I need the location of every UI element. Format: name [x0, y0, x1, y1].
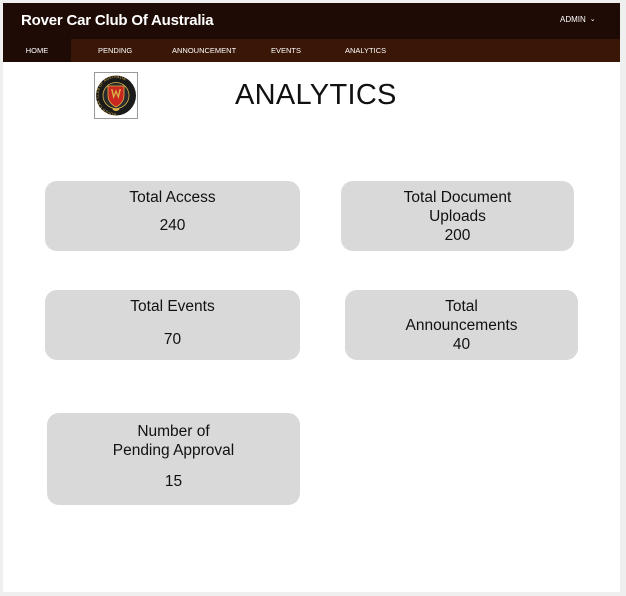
stat-card-total-access: Total Access 240 [45, 181, 300, 251]
admin-menu[interactable]: ADMIN ⌄ [560, 15, 596, 24]
nav-item-analytics[interactable]: ANALYTICS [345, 39, 386, 62]
chevron-down-icon: ⌄ [589, 16, 596, 23]
stat-label-line1: Total [445, 298, 478, 315]
stat-card-total-announcements: Total Announcements 40 [345, 290, 578, 360]
stat-card-total-document-uploads: Total Document Uploads 200 [341, 181, 574, 251]
nav-item-pending[interactable]: PENDING [98, 39, 132, 62]
stat-value: 40 [452, 336, 471, 353]
stat-value: 15 [164, 473, 183, 490]
stat-label-line2: Uploads [429, 208, 486, 225]
stat-card-pending-approval: Number of Pending Approval 15 [47, 413, 300, 505]
stat-value: 240 [159, 217, 186, 234]
top-bar: Rover Car Club Of Australia ADMIN ⌄ [3, 3, 620, 39]
page-title: ANALYTICS [235, 79, 397, 111]
stat-label: Total Events [130, 298, 215, 315]
stat-card-total-events: Total Events 70 [45, 290, 300, 360]
stat-label-line2: Pending Approval [112, 442, 235, 459]
club-emblem-icon: ROVER CAR CLUB OF AUSTRALIA [95, 75, 136, 116]
stat-label: Total Access [129, 189, 216, 206]
nav-item-events[interactable]: EVENTS [271, 39, 301, 62]
stat-value: 200 [444, 227, 471, 244]
club-logo: ROVER CAR CLUB OF AUSTRALIA [94, 72, 138, 119]
stat-label-line1: Total Document [403, 189, 512, 206]
app-frame: Rover Car Club Of Australia ADMIN ⌄ HOME … [3, 3, 620, 592]
stat-label-line2: Announcements [405, 317, 518, 334]
stat-value: 70 [163, 331, 182, 348]
admin-menu-label: ADMIN [560, 15, 586, 24]
brand-title[interactable]: Rover Car Club Of Australia [21, 12, 214, 29]
stat-label-line1: Number of [137, 423, 210, 440]
nav-item-home[interactable]: HOME [3, 39, 71, 62]
nav-item-announcement[interactable]: ANNOUNCEMENT [172, 39, 236, 62]
nav-bar: HOME PENDING ANNOUNCEMENT EVENTS ANALYTI… [3, 39, 620, 62]
